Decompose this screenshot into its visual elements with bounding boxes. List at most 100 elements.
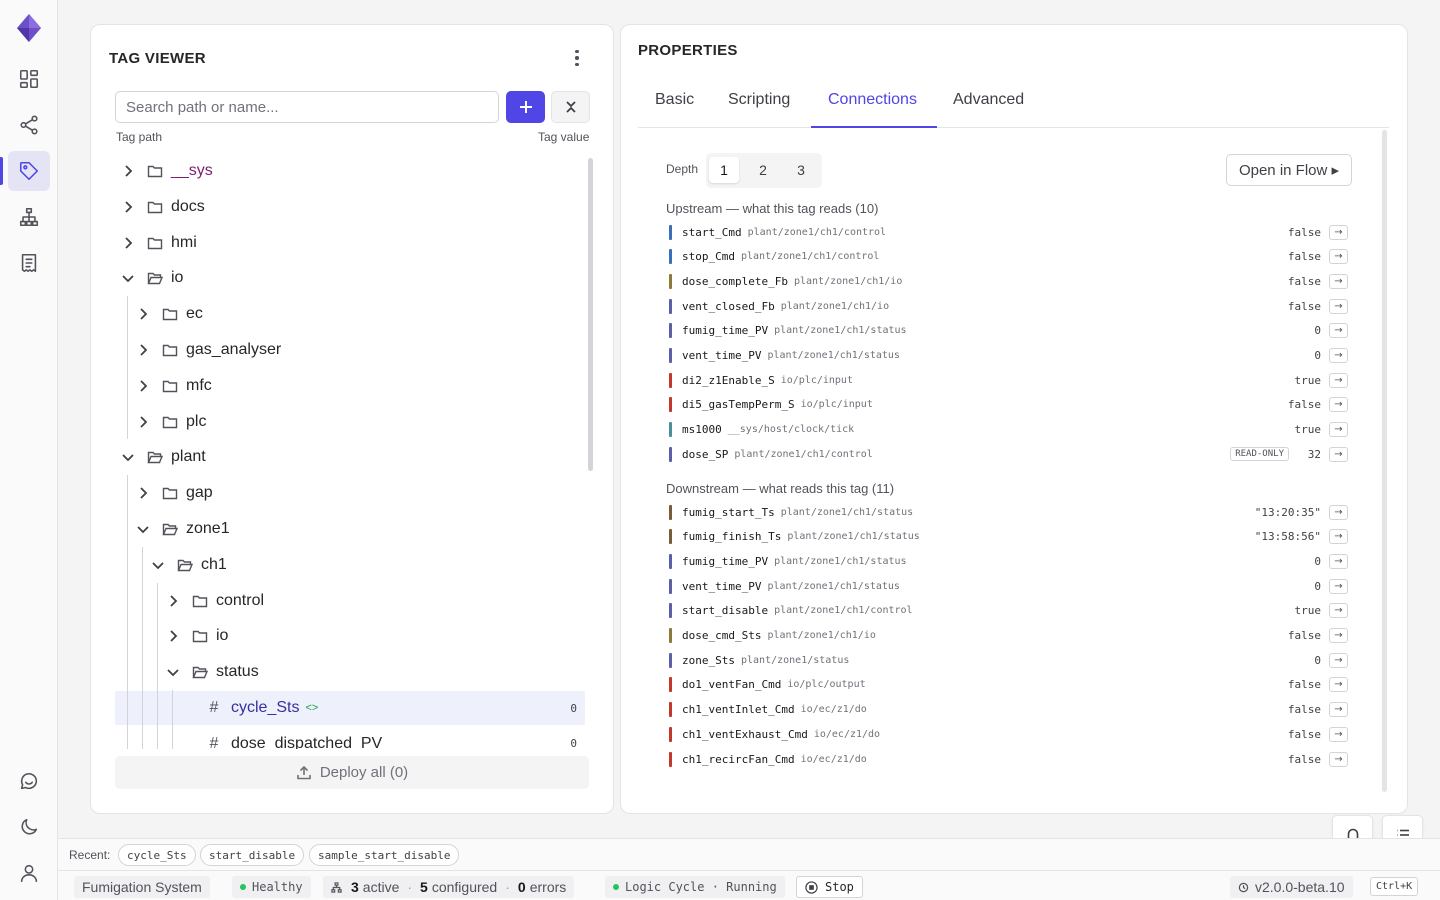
stop-button[interactable]: Stop [796, 876, 863, 898]
connection-path: plant/zone1/ch1/io [780, 300, 890, 312]
connection-row[interactable]: start_Cmd plant/zone1/ch1/control false → [669, 222, 1349, 242]
go-to-tag-icon[interactable]: → [1329, 323, 1348, 339]
tab-advanced[interactable]: Advanced [953, 91, 1024, 109]
go-to-tag-icon[interactable]: → [1329, 249, 1348, 265]
go-to-tag-icon[interactable]: → [1329, 446, 1348, 462]
connection-value: 0 [1314, 554, 1321, 568]
nav-dashboard-button[interactable] [8, 59, 50, 99]
recent-chip[interactable]: sample_start_disable [309, 844, 460, 866]
folder-row[interactable]: hmi [115, 226, 585, 260]
connection-row[interactable]: vent_time_PV plant/zone1/ch1/status 0 → [669, 576, 1349, 596]
go-to-tag-icon[interactable]: → [1329, 578, 1348, 594]
go-to-tag-icon[interactable]: → [1329, 677, 1348, 693]
nav-user-button[interactable] [8, 853, 50, 893]
connection-name: ch1_ventInlet_Cmd [682, 703, 795, 717]
tab-connections[interactable]: Connections [828, 91, 917, 109]
connection-row[interactable]: ch1_ventInlet_Cmd io/ec/z1/do false → [669, 700, 1349, 720]
depth-option-3[interactable]: 3 [786, 157, 816, 183]
go-to-tag-icon[interactable]: → [1329, 504, 1348, 520]
connection-color-bar [669, 751, 672, 767]
connection-row[interactable]: ms1000 __sys/host/clock/tick true → [669, 420, 1349, 440]
tag-row[interactable]: # cycle_Sts <> 0 [115, 691, 585, 725]
connection-row[interactable]: fumig_finish_Ts plant/zone1/ch1/status "13… [669, 527, 1349, 547]
go-to-tag-icon[interactable]: → [1329, 553, 1348, 569]
nav-tags-button[interactable] [0, 151, 50, 191]
tag-tree-scrollbar[interactable] [588, 158, 593, 471]
properties-panel: PROPERTIES Basic Scripting Connections A… [620, 24, 1408, 814]
nav-hierarchy-button[interactable] [8, 197, 50, 237]
folder-row[interactable]: gap [115, 476, 585, 510]
deploy-all-button[interactable]: Deploy all (0) [115, 756, 589, 789]
folder-row[interactable]: io [115, 261, 585, 295]
connection-row[interactable]: dose_SP plant/zone1/ch1/control READ-ONLY 3… [669, 444, 1349, 464]
nav-reports-button[interactable] [8, 243, 50, 283]
go-to-tag-icon[interactable]: → [1329, 397, 1348, 413]
connection-row[interactable]: do1_ventFan_Cmd io/plc/output false → [669, 675, 1349, 695]
connection-row[interactable]: stop_Cmd plant/zone1/ch1/control false → [669, 247, 1349, 267]
go-to-tag-icon[interactable]: → [1329, 628, 1348, 643]
connection-row[interactable]: ch1_recircFan_Cmd io/ec/z1/do false → [669, 749, 1349, 769]
folder-row[interactable]: plc [115, 405, 585, 439]
app-logo-icon[interactable] [15, 12, 43, 44]
go-to-tag-icon[interactable]: → [1329, 372, 1348, 388]
connection-row[interactable]: ch1_ventExhaust_Cmd io/ec/z1/do false → [669, 724, 1349, 744]
depth-option-2[interactable]: 2 [748, 157, 778, 183]
connection-row[interactable]: vent_closed_Fb plant/zone1/ch1/io false → [669, 296, 1349, 316]
connection-row[interactable]: vent_time_PV plant/zone1/ch1/status 0 → [669, 346, 1349, 366]
go-to-tag-icon[interactable]: → [1329, 603, 1348, 619]
connection-row[interactable]: fumig_start_Ts plant/zone1/ch1/status "13:… [669, 502, 1349, 522]
go-to-tag-icon[interactable]: → [1329, 652, 1348, 668]
nav-chat-button[interactable] [8, 761, 50, 801]
connection-row[interactable]: di5_gasTempPerm_S io/plc/input false → [669, 395, 1349, 415]
open-in-flow-button[interactable]: Open in Flow ▸ [1226, 154, 1352, 186]
connection-path: plant/zone1/status [740, 654, 850, 666]
go-to-tag-icon[interactable]: → [1329, 298, 1348, 314]
go-to-tag-icon[interactable]: → [1329, 702, 1348, 718]
folder-row[interactable]: __sys [115, 154, 585, 188]
configured-label: configured [431, 879, 498, 895]
recent-chip[interactable]: cycle_Sts [118, 844, 196, 866]
command-palette-shortcut[interactable]: Ctrl+K [1370, 877, 1419, 896]
folder-row[interactable]: plant [115, 440, 585, 474]
folder-row[interactable]: ch1 [115, 548, 585, 582]
connection-row[interactable]: start_disable plant/zone1/ch1/control true… [669, 601, 1349, 621]
more-options-icon[interactable] [567, 47, 587, 69]
nav-theme-button[interactable] [8, 807, 50, 847]
properties-scrollbar[interactable] [1382, 130, 1387, 792]
tag-row[interactable]: # dose_dispatched_PV 0 [115, 727, 585, 749]
add-tag-button[interactable] [506, 91, 545, 123]
nav-flow-button[interactable] [8, 105, 50, 145]
folder-row[interactable]: docs [115, 190, 585, 224]
connection-row[interactable]: di2_z1Enable_S io/plc/input true → [669, 370, 1349, 390]
recent-chip[interactable]: start_disable [200, 844, 305, 866]
connection-row[interactable]: fumig_time_PV plant/zone1/ch1/status 0 → [669, 321, 1349, 341]
connection-row[interactable]: fumig_time_PV plant/zone1/ch1/status 0 → [669, 551, 1349, 571]
go-to-tag-icon[interactable]: → [1329, 529, 1348, 545]
go-to-tag-icon[interactable]: → [1329, 348, 1348, 363]
tab-scripting[interactable]: Scripting [728, 91, 790, 109]
collapse-all-button[interactable] [551, 91, 590, 123]
connection-row[interactable]: zone_Sts plant/zone1/status 0 → [669, 650, 1349, 670]
folder-row[interactable]: io [115, 619, 585, 653]
go-to-tag-icon[interactable]: → [1329, 224, 1348, 240]
go-to-tag-icon[interactable]: → [1329, 273, 1348, 289]
folder-row[interactable]: mfc [115, 369, 585, 403]
connection-name: start_disable [682, 604, 769, 618]
folder-row[interactable]: status [115, 655, 585, 689]
go-to-tag-icon[interactable]: → [1329, 726, 1348, 742]
health-dot-icon [240, 884, 246, 890]
connection-path: plant/zone1/ch1/control [740, 251, 880, 263]
depth-option-1[interactable]: 1 [709, 157, 739, 183]
connection-value: 0 [1314, 349, 1321, 362]
folder-row[interactable]: zone1 [115, 512, 585, 546]
connection-row[interactable]: dose_cmd_Sts plant/zone1/ch1/io false → [669, 626, 1349, 646]
folder-row[interactable]: control [115, 584, 585, 618]
folder-row[interactable]: gas_analyser [115, 333, 585, 367]
tab-basic[interactable]: Basic [655, 91, 694, 109]
tag-search-input[interactable] [115, 91, 499, 123]
connection-row[interactable]: dose_complete_Fb plant/zone1/ch1/io false → [669, 271, 1349, 291]
go-to-tag-icon[interactable]: → [1329, 751, 1348, 767]
folder-row[interactable]: ec [115, 297, 585, 331]
runtime-summary[interactable]: 3 active · 5 configured · 0 errors [323, 876, 575, 898]
go-to-tag-icon[interactable]: → [1329, 422, 1348, 438]
